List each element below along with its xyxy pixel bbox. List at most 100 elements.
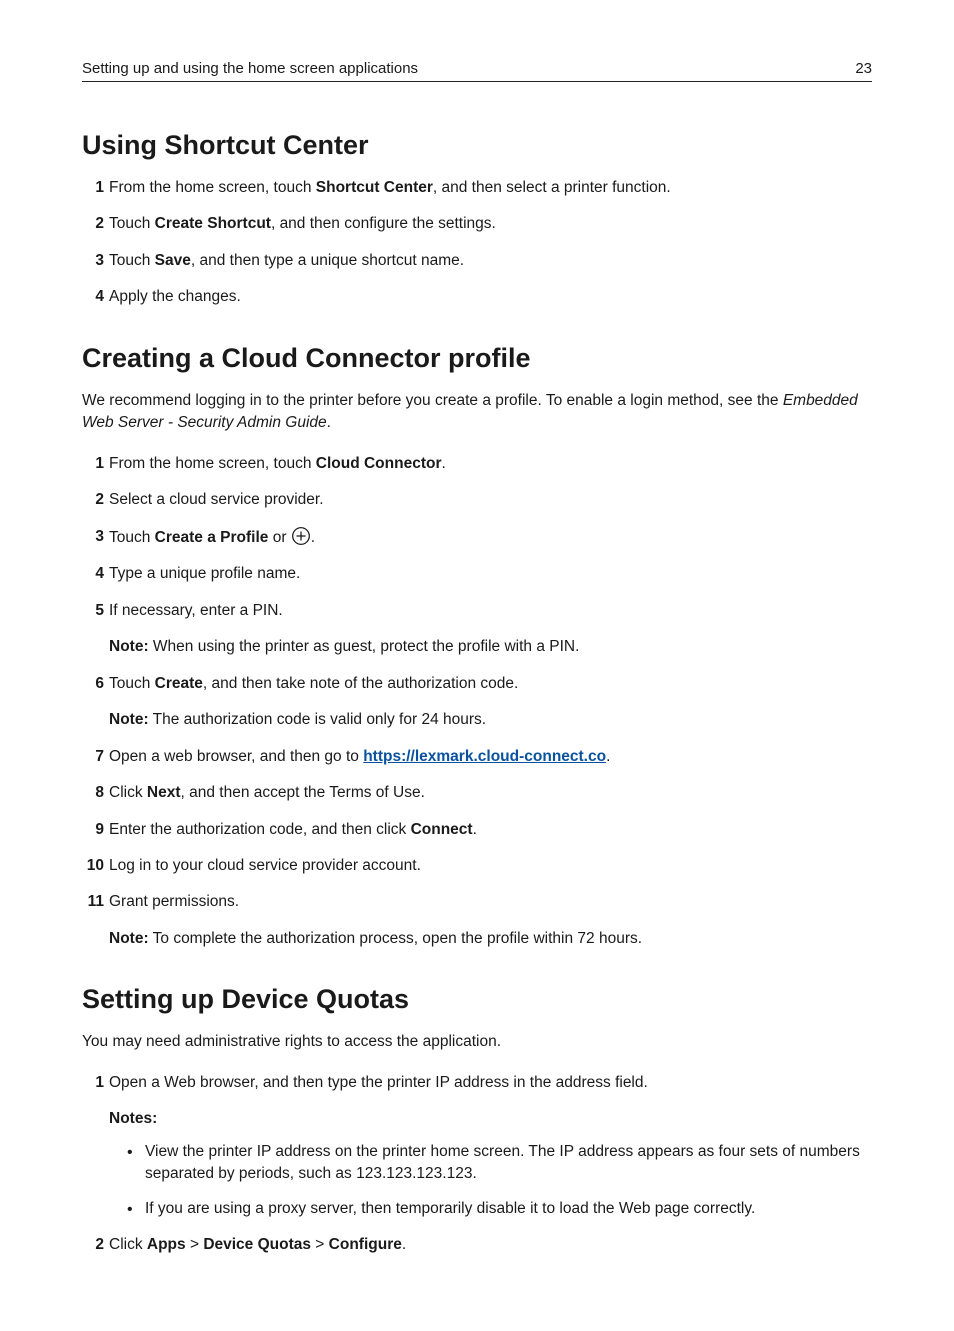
step-text: , and then select a printer function. (433, 179, 671, 196)
cloud-steps: 1 From the home screen, touch Cloud Conn… (82, 453, 872, 951)
step-number: 7 (82, 746, 104, 768)
list-item: 9 Enter the authorization code, and then… (82, 819, 872, 841)
step-text: Touch (109, 529, 155, 546)
list-item: 2 Touch Create Shortcut, and then config… (82, 213, 872, 235)
step-number: 4 (82, 563, 104, 585)
step-text: > (311, 1236, 329, 1253)
step-text: . (473, 821, 477, 838)
page-header: Setting up and using the home screen app… (82, 60, 872, 82)
note-label: Note: (109, 930, 149, 947)
step-number: 8 (82, 782, 104, 804)
step-text: If necessary, enter a PIN. (109, 602, 283, 619)
step-text: . (402, 1236, 406, 1253)
step-number: 1 (82, 453, 104, 475)
list-item: 4 Apply the changes. (82, 286, 872, 308)
step-bold: Create (155, 675, 203, 692)
header-title: Setting up and using the home screen app… (82, 60, 418, 77)
step-number: 10 (82, 855, 104, 877)
quotas-intro: You may need administrative rights to ac… (82, 1031, 872, 1053)
step-text: From the home screen, touch (109, 179, 316, 196)
note-text: The authorization code is valid only for… (149, 711, 486, 728)
step-bold: Connect (411, 821, 473, 838)
step-text: Click (109, 1236, 147, 1253)
step-text: . (606, 748, 610, 765)
step-text: Touch (109, 215, 155, 232)
cloud-connect-link[interactable]: https://lexmark.cloud-connect.co (363, 748, 606, 765)
step-number: 1 (82, 1072, 104, 1094)
step-text: or (268, 529, 290, 546)
step-text: > (186, 1236, 204, 1253)
list-item: 1 From the home screen, touch Shortcut C… (82, 177, 872, 199)
list-item: 1 Open a Web browser, and then type the … (82, 1072, 872, 1220)
step-bold: Configure (329, 1236, 402, 1253)
step-text: , and then configure the settings. (271, 215, 496, 232)
note-label: Note: (109, 638, 149, 655)
step-text: Touch (109, 675, 155, 692)
plus-circle-icon (291, 526, 311, 546)
list-item: 4 Type a unique profile name. (82, 563, 872, 585)
step-text: Open a Web browser, and then type the pr… (109, 1074, 648, 1091)
step-text: , and then type a unique shortcut name. (191, 252, 464, 269)
step-number: 11 (82, 891, 104, 913)
step-number: 6 (82, 673, 104, 695)
step-number: 4 (82, 286, 104, 308)
bullet-item: View the printer IP address on the print… (127, 1141, 872, 1186)
step-number: 1 (82, 177, 104, 199)
list-item: 6 Touch Create, and then take note of th… (82, 673, 872, 732)
step-bold: Create Shortcut (155, 215, 271, 232)
step-bold: Apps (147, 1236, 186, 1253)
shortcut-steps: 1 From the home screen, touch Shortcut C… (82, 177, 872, 309)
step-bold: Create a Profile (155, 529, 269, 546)
step-text: . (311, 529, 315, 546)
step-number: 5 (82, 600, 104, 622)
list-item: 7 Open a web browser, and then go to htt… (82, 746, 872, 768)
step-text: Open a web browser, and then go to (109, 748, 363, 765)
list-item: 2 Click Apps > Device Quotas > Configure… (82, 1234, 872, 1256)
step-text: , and then take note of the authorizatio… (203, 675, 518, 692)
step-text: From the home screen, touch (109, 455, 316, 472)
step-number: 3 (82, 526, 104, 548)
step-text: Select a cloud service provider. (109, 491, 324, 508)
note: Note: To complete the authorization proc… (109, 928, 872, 950)
heading-shortcut-center: Using Shortcut Center (82, 130, 872, 161)
note: Note: When using the printer as guest, p… (109, 636, 872, 658)
step-bold: Device Quotas (203, 1236, 311, 1253)
list-item: 10 Log in to your cloud service provider… (82, 855, 872, 877)
step-bold: Next (147, 784, 181, 801)
step-text: Type a unique profile name. (109, 565, 300, 582)
notes-bullets: View the printer IP address on the print… (109, 1141, 872, 1220)
list-item: 3 Touch Create a Profile or . (82, 526, 872, 549)
list-item: 1 From the home screen, touch Cloud Conn… (82, 453, 872, 475)
step-bold: Save (155, 252, 191, 269)
note-label: Note: (109, 711, 149, 728)
heading-device-quotas: Setting up Device Quotas (82, 984, 872, 1015)
note-text: To complete the authorization process, o… (149, 930, 642, 947)
heading-cloud-connector: Creating a Cloud Connector profile (82, 343, 872, 374)
cloud-intro: We recommend logging in to the printer b… (82, 390, 872, 435)
notes-label: Notes: (109, 1108, 872, 1130)
step-number: 2 (82, 489, 104, 511)
note-text: When using the printer as guest, protect… (149, 638, 580, 655)
step-text: Log in to your cloud service provider ac… (109, 857, 421, 874)
step-text: Enter the authorization code, and then c… (109, 821, 411, 838)
step-text: Touch (109, 252, 155, 269)
step-text: Apply the changes. (109, 288, 241, 305)
step-number: 2 (82, 1234, 104, 1256)
list-item: 2 Select a cloud service provider. (82, 489, 872, 511)
intro-text: . (327, 414, 331, 431)
step-text: Grant permissions. (109, 893, 239, 910)
step-number: 2 (82, 213, 104, 235)
step-bold: Cloud Connector (316, 455, 442, 472)
note: Note: The authorization code is valid on… (109, 709, 872, 731)
step-number: 9 (82, 819, 104, 841)
step-text: . (441, 455, 445, 472)
step-text: , and then accept the Terms of Use. (181, 784, 425, 801)
intro-text: We recommend logging in to the printer b… (82, 392, 783, 409)
quotas-steps: 1 Open a Web browser, and then type the … (82, 1072, 872, 1257)
step-bold: Shortcut Center (316, 179, 433, 196)
step-number: 3 (82, 250, 104, 272)
page-number: 23 (855, 60, 872, 77)
list-item: 11 Grant permissions. Note: To complete … (82, 891, 872, 950)
list-item: 8 Click Next, and then accept the Terms … (82, 782, 872, 804)
bullet-item: If you are using a proxy server, then te… (127, 1198, 872, 1220)
